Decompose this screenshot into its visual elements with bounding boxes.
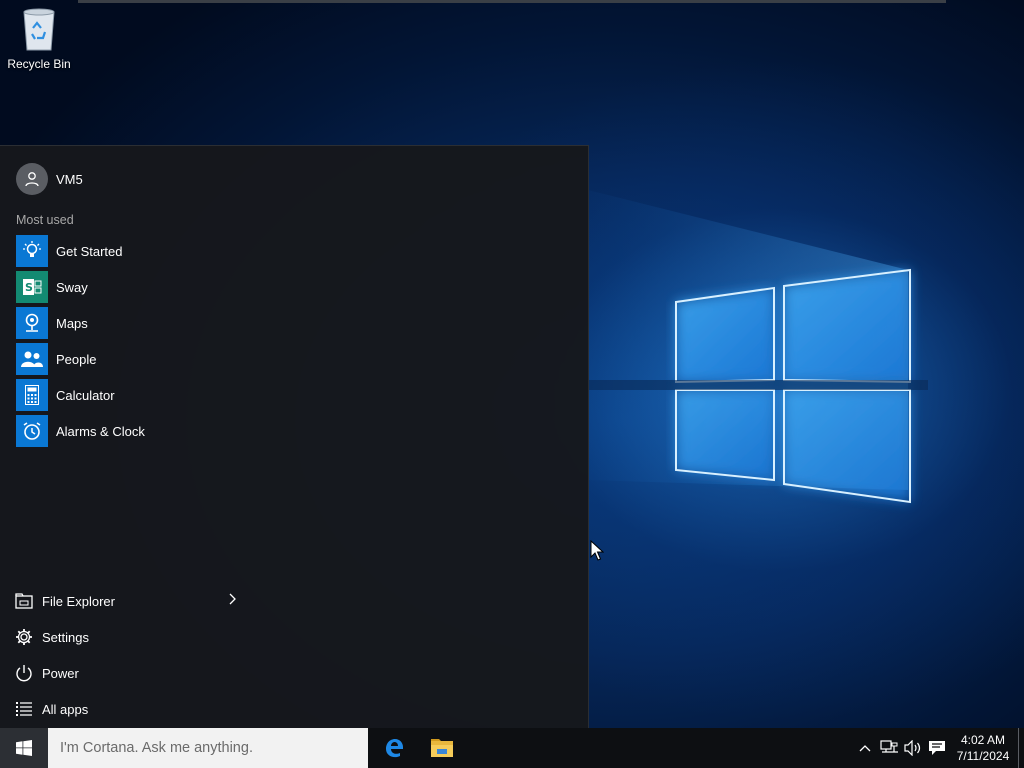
volume-tray-button[interactable] — [902, 728, 924, 768]
user-account-button[interactable]: VM5 — [16, 163, 83, 195]
window-edge — [78, 0, 946, 3]
power-label: Power — [42, 665, 79, 681]
app-label: People — [56, 351, 97, 367]
windows-logo-icon — [16, 740, 32, 756]
all-apps-label: All apps — [42, 701, 89, 717]
network-icon — [880, 740, 898, 753]
power-icon — [14, 663, 34, 683]
cortana-search-box[interactable]: I'm Cortana. Ask me anything. — [48, 728, 368, 768]
all-apps-link[interactable]: All apps — [14, 691, 236, 727]
desktop-icon-label: Recycle Bin — [7, 57, 71, 71]
mouse-cursor-icon — [590, 540, 604, 561]
desktop: Recycle Bin VM5 Most used Get Started S … — [0, 0, 1024, 728]
start-menu-places: File Explorer Settings Power All apps — [14, 583, 236, 727]
search-placeholder: I'm Cortana. Ask me anything. — [60, 740, 253, 756]
app-label: Maps — [56, 315, 88, 331]
taskbar: I'm Cortana. Ask me anything. 4:02 AM 7/… — [0, 728, 1024, 768]
action-center-button[interactable] — [926, 728, 948, 768]
chevron-up-icon — [859, 745, 871, 752]
taskbar-file-explorer-button[interactable] — [418, 728, 466, 768]
desktop-icon-recycle-bin[interactable]: Recycle Bin — [4, 6, 74, 76]
app-sway[interactable]: S Sway — [16, 271, 276, 303]
svg-text:S: S — [25, 281, 33, 294]
file-explorer-label: File Explorer — [42, 593, 115, 609]
show-hidden-icons-button[interactable] — [856, 728, 874, 768]
recycle-bin-icon — [23, 8, 55, 51]
settings-label: Settings — [42, 629, 89, 645]
alarm-clock-icon — [16, 415, 48, 447]
app-people[interactable]: People — [16, 343, 276, 375]
power-button[interactable]: Power — [14, 655, 236, 691]
user-name: VM5 — [56, 171, 83, 187]
app-label: Get Started — [56, 243, 123, 259]
windows-wallpaper-logo — [588, 190, 928, 504]
app-calculator[interactable]: Calculator — [16, 379, 276, 411]
gear-icon — [14, 627, 34, 647]
calculator-icon — [16, 379, 48, 411]
lightbulb-icon — [16, 235, 48, 267]
most-used-heading: Most used — [16, 213, 74, 227]
user-avatar-icon — [16, 163, 48, 195]
start-button[interactable] — [0, 728, 48, 768]
app-label: Alarms & Clock — [56, 423, 145, 439]
chevron-right-icon[interactable] — [228, 592, 236, 610]
app-maps[interactable]: Maps — [16, 307, 276, 339]
people-icon — [16, 343, 48, 375]
settings-link[interactable]: Settings — [14, 619, 236, 655]
app-label: Calculator — [56, 387, 115, 403]
list-icon — [14, 699, 34, 719]
sway-icon: S — [16, 271, 48, 303]
most-used-list: Get Started S Sway Maps People Calculato… — [16, 235, 276, 451]
taskbar-clock[interactable]: 4:02 AM 7/11/2024 — [950, 732, 1016, 764]
clock-date: 7/11/2024 — [956, 749, 1010, 763]
folder-icon — [431, 739, 453, 757]
volume-icon — [904, 740, 921, 756]
taskbar-edge-button[interactable] — [370, 728, 418, 768]
file-explorer-icon — [14, 591, 34, 611]
clock-time: 4:02 AM — [960, 733, 1006, 747]
show-desktop-button[interactable] — [1018, 728, 1024, 768]
network-tray-button[interactable] — [878, 728, 900, 768]
maps-icon — [16, 307, 48, 339]
app-alarms-clock[interactable]: Alarms & Clock — [16, 415, 276, 447]
start-menu: VM5 Most used Get Started S Sway Maps Pe… — [0, 145, 589, 728]
app-get-started[interactable]: Get Started — [16, 235, 276, 267]
app-label: Sway — [56, 279, 88, 295]
file-explorer-link[interactable]: File Explorer — [14, 583, 236, 619]
action-center-icon — [929, 741, 945, 755]
edge-icon — [386, 739, 403, 758]
